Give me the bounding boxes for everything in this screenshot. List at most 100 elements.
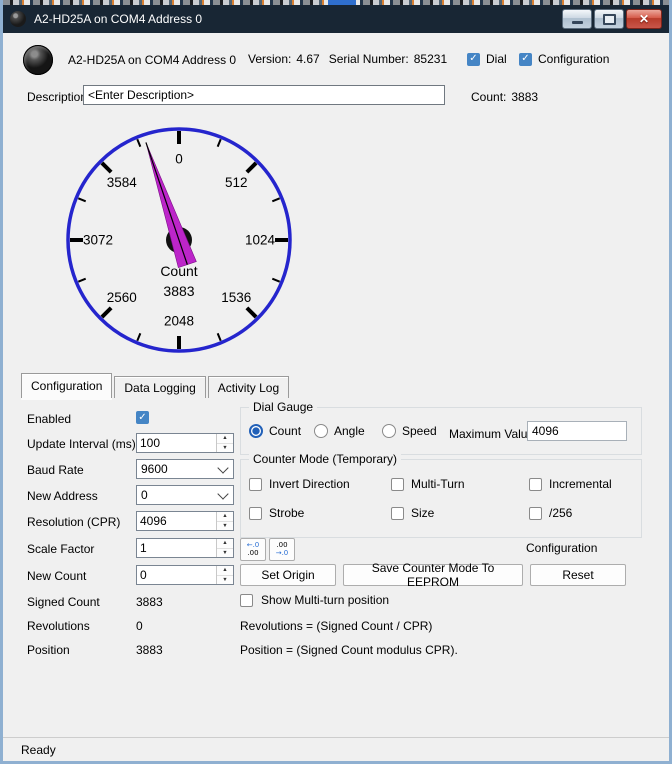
invert-direction-label: Invert Direction bbox=[269, 477, 350, 491]
new-count-input[interactable] bbox=[137, 566, 216, 584]
resolution-stepper[interactable]: ▲▼ bbox=[136, 511, 234, 531]
configuration-checkbox-label: Configuration bbox=[538, 52, 609, 66]
svg-text:Count: Count bbox=[160, 263, 197, 279]
multi-turn-checkbox[interactable] bbox=[391, 478, 404, 491]
show-multiturn-label: Show Multi-turn position bbox=[261, 593, 389, 607]
size-label: Size bbox=[411, 506, 434, 520]
svg-text:3883: 3883 bbox=[163, 283, 194, 299]
maximize-button[interactable] bbox=[594, 9, 624, 29]
revolutions-value: 0 bbox=[136, 619, 143, 633]
dial-checkbox-label: Dial bbox=[486, 52, 507, 66]
new-address-label: New Address bbox=[27, 489, 98, 503]
baud-rate-select[interactable]: 9600 bbox=[136, 459, 234, 479]
new-address-select[interactable]: 0 bbox=[136, 485, 234, 505]
scale-factor-label: Scale Factor bbox=[27, 542, 94, 556]
window-title: A2-HD25A on COM4 Address 0 bbox=[34, 12, 202, 26]
strobe-checkbox[interactable] bbox=[249, 507, 262, 520]
enabled-label: Enabled bbox=[27, 412, 71, 426]
tab-data-logging-label: Data Logging bbox=[124, 381, 195, 395]
new-count-label: New Count bbox=[27, 569, 86, 583]
baud-rate-label: Baud Rate bbox=[27, 463, 84, 477]
radio-count[interactable]: Count bbox=[249, 424, 301, 438]
close-button[interactable]: ✕ bbox=[626, 9, 662, 29]
show-multiturn-option[interactable]: Show Multi-turn position bbox=[240, 593, 389, 607]
scale-factor-stepper[interactable]: ▲▼ bbox=[136, 538, 234, 558]
svg-text:512: 512 bbox=[225, 175, 248, 190]
invert-direction-option[interactable]: Invert Direction bbox=[249, 477, 350, 491]
maximum-value-label: Maximum Value bbox=[449, 427, 534, 441]
revolutions-label: Revolutions bbox=[27, 619, 90, 633]
radio-angle[interactable]: Angle bbox=[314, 424, 365, 438]
div256-checkbox[interactable] bbox=[529, 507, 542, 520]
position-value: 3883 bbox=[136, 643, 163, 657]
increase-decimal-icon: →.0 bbox=[276, 549, 289, 557]
size-checkbox[interactable] bbox=[391, 507, 404, 520]
resolution-label: Resolution (CPR) bbox=[27, 515, 120, 529]
dial-toggle[interactable]: Dial bbox=[467, 52, 507, 66]
device-name: A2-HD25A on COM4 Address 0 bbox=[68, 53, 236, 67]
incremental-option[interactable]: Incremental bbox=[529, 477, 612, 491]
resolution-input[interactable] bbox=[137, 512, 216, 530]
configuration-checkbox[interactable] bbox=[519, 53, 532, 66]
tab-activity-log-label: Activity Log bbox=[218, 381, 279, 395]
scale-factor-spin[interactable]: ▲▼ bbox=[216, 539, 233, 557]
count-radio[interactable] bbox=[249, 424, 263, 438]
signed-count-value: 3883 bbox=[136, 595, 163, 609]
count-radio-label: Count bbox=[269, 424, 301, 438]
titlebar[interactable]: A2-HD25A on COM4 Address 0 ✕ bbox=[3, 5, 669, 33]
description-input[interactable] bbox=[83, 85, 445, 105]
increase-decimal-button[interactable]: .00→.0 bbox=[269, 538, 295, 561]
show-multiturn-checkbox[interactable] bbox=[240, 594, 253, 607]
chevron-down-icon bbox=[217, 462, 228, 473]
speed-radio[interactable] bbox=[382, 424, 396, 438]
incremental-label: Incremental bbox=[549, 477, 612, 491]
configuration-toggle[interactable]: Configuration bbox=[519, 52, 609, 66]
update-interval-label: Update Interval (ms) bbox=[27, 437, 136, 451]
maximum-value-input[interactable] bbox=[527, 421, 627, 441]
save-eeprom-button[interactable]: Save Counter Mode To EEPROM bbox=[343, 564, 523, 586]
svg-text:1024: 1024 bbox=[245, 233, 276, 248]
svg-text:3584: 3584 bbox=[107, 175, 138, 190]
angle-radio[interactable] bbox=[314, 424, 328, 438]
device-photo-icon bbox=[23, 45, 53, 75]
strobe-option[interactable]: Strobe bbox=[249, 506, 304, 520]
window-controls: ✕ bbox=[562, 9, 662, 29]
radio-speed[interactable]: Speed bbox=[382, 424, 437, 438]
update-interval-stepper[interactable]: ▲▼ bbox=[136, 433, 234, 453]
decrease-decimal-button[interactable]: ←.0.00 bbox=[240, 538, 266, 561]
new-count-spin[interactable]: ▲▼ bbox=[216, 566, 233, 584]
update-interval-input[interactable] bbox=[137, 434, 216, 452]
counter-mode-group: Counter Mode (Temporary) Invert Directio… bbox=[240, 459, 642, 538]
speed-radio-label: Speed bbox=[402, 424, 437, 438]
set-origin-button[interactable]: Set Origin bbox=[240, 564, 336, 586]
enabled-checkbox[interactable] bbox=[136, 411, 149, 424]
position-label: Position bbox=[27, 643, 70, 657]
incremental-checkbox[interactable] bbox=[529, 478, 542, 491]
tab-configuration[interactable]: Configuration bbox=[21, 373, 112, 398]
minimize-button[interactable] bbox=[562, 9, 592, 29]
tab-data-logging[interactable]: Data Logging bbox=[114, 376, 205, 398]
div256-option[interactable]: /256 bbox=[529, 506, 572, 520]
status-text: Ready bbox=[21, 743, 56, 757]
svg-text:2048: 2048 bbox=[164, 314, 194, 329]
dial-checkbox[interactable] bbox=[467, 53, 480, 66]
strobe-label: Strobe bbox=[269, 506, 304, 520]
tab-activity-log[interactable]: Activity Log bbox=[208, 376, 289, 398]
scale-factor-input[interactable] bbox=[137, 539, 216, 557]
invert-direction-checkbox[interactable] bbox=[249, 478, 262, 491]
multi-turn-option[interactable]: Multi-Turn bbox=[391, 477, 465, 491]
serial-value: 85231 bbox=[414, 52, 447, 66]
new-count-stepper[interactable]: ▲▼ bbox=[136, 565, 234, 585]
chevron-down-icon bbox=[217, 488, 228, 499]
baud-rate-value: 9600 bbox=[137, 462, 219, 476]
count-readout: Count: 3883 bbox=[471, 90, 538, 104]
resolution-spin[interactable]: ▲▼ bbox=[216, 512, 233, 530]
counter-mode-group-title: Counter Mode (Temporary) bbox=[249, 452, 401, 466]
serial-label: Serial Number: bbox=[329, 52, 409, 66]
dial-gauge: 0512102415362048256030723584Count3883 bbox=[62, 123, 296, 357]
size-option[interactable]: Size bbox=[391, 506, 434, 520]
reset-button[interactable]: Reset bbox=[530, 564, 626, 586]
svg-text:0: 0 bbox=[175, 152, 183, 167]
update-interval-spin[interactable]: ▲▼ bbox=[216, 434, 233, 452]
description-label: Description bbox=[27, 90, 87, 104]
